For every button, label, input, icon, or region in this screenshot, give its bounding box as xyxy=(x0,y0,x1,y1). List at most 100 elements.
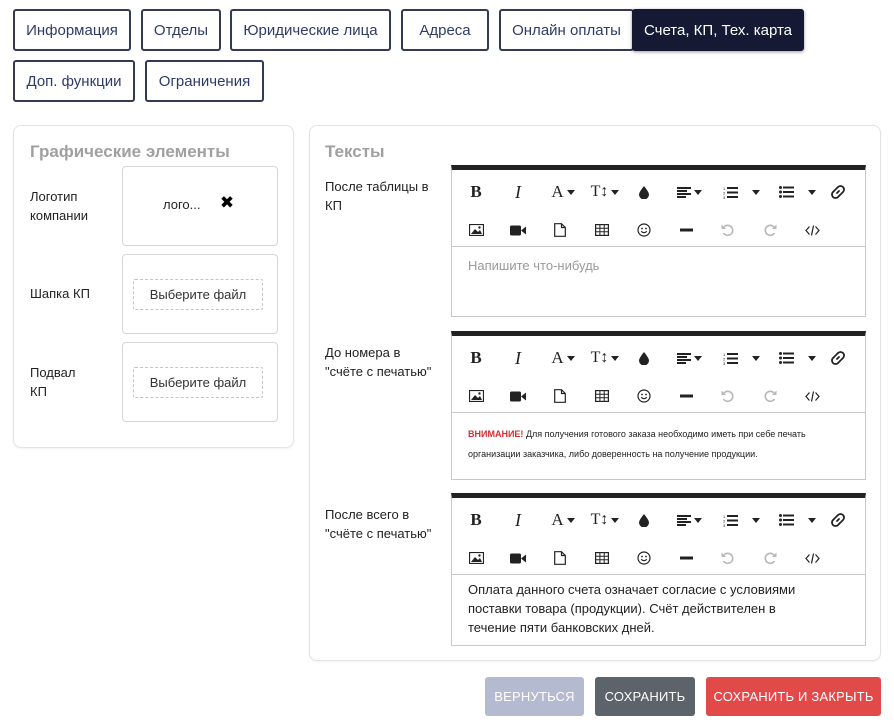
horizontal-rule-icon[interactable] xyxy=(671,216,701,244)
highlight-icon[interactable] xyxy=(629,506,659,534)
undo-icon[interactable] xyxy=(713,382,743,410)
tab-label: Адреса xyxy=(419,21,471,39)
header-label: Шапка КП xyxy=(30,286,90,301)
choose-header-file-button[interactable]: Выберите файл xyxy=(133,279,263,310)
svg-text:3: 3 xyxy=(723,195,726,199)
back-button[interactable]: ВЕРНУТЬСЯ xyxy=(485,677,584,716)
tab-invoices-active[interactable]: Счета, КП, Тех. карта xyxy=(632,9,804,51)
tab-label: Ограничения xyxy=(158,72,251,90)
unordered-list-icon[interactable] xyxy=(771,344,801,372)
code-view-icon[interactable] xyxy=(797,382,827,410)
editor-toolbar: B I A T↕ 1 2 3 xyxy=(452,336,865,413)
tab-label: Отделы xyxy=(153,21,209,39)
video-icon[interactable] xyxy=(503,382,533,410)
image-icon[interactable] xyxy=(461,382,491,410)
image-icon[interactable] xyxy=(461,544,491,572)
tab-restrictions[interactable]: Ограничения xyxy=(145,60,264,102)
chevron-down-icon[interactable] xyxy=(749,344,763,372)
editor-content-area[interactable]: ВНИМАНИЕ! Для получения готового заказа … xyxy=(452,413,865,478)
rich-text-editor-after-all: B I A T↕ 1 2 3 Оплата данного счета означает с… xyxy=(451,493,866,646)
align-icon[interactable] xyxy=(671,344,707,372)
editor-toolbar: B I A T↕ 1 2 3 xyxy=(452,498,865,575)
file-icon[interactable] xyxy=(545,382,575,410)
font-color-icon[interactable]: A xyxy=(545,178,581,206)
highlight-icon[interactable] xyxy=(629,178,659,206)
italic-icon[interactable]: I xyxy=(503,506,533,534)
image-icon[interactable] xyxy=(461,216,491,244)
ordered-list-icon[interactable]: 123 xyxy=(715,178,745,206)
tab-legal-entities[interactable]: Юридические лица xyxy=(230,9,391,51)
file-icon[interactable] xyxy=(545,216,575,244)
chevron-down-icon[interactable] xyxy=(805,506,819,534)
chevron-down-icon[interactable] xyxy=(749,178,763,206)
redo-icon[interactable] xyxy=(755,544,785,572)
choose-footer-file-button[interactable]: Выберите файл xyxy=(133,367,263,398)
font-size-icon[interactable]: T↕ xyxy=(587,506,623,534)
video-icon[interactable] xyxy=(503,216,533,244)
tab-online-payments[interactable]: Онлайн оплаты xyxy=(499,9,634,51)
save-and-close-button[interactable]: СОХРАНИТЬ И ЗАКРЫТЬ xyxy=(706,677,881,716)
undo-icon[interactable] xyxy=(713,216,743,244)
editor-content-area[interactable]: Оплата данного счета означает согласие с… xyxy=(452,575,865,645)
horizontal-rule-icon[interactable] xyxy=(671,382,701,410)
rich-text-editor-before-number: B I A T↕ 1 2 3 ВНИМАНИЕ! Для получения готовог… xyxy=(451,331,866,480)
redo-icon[interactable] xyxy=(755,216,785,244)
graphics-card: Графические элементы Логотип компании лог… xyxy=(13,125,294,448)
tab-info[interactable]: Информация xyxy=(13,9,131,51)
horizontal-rule-icon[interactable] xyxy=(671,544,701,572)
unordered-list-icon[interactable] xyxy=(771,506,801,534)
editor-toolbar: B I A T↕ 1 2 3 xyxy=(452,170,865,247)
video-icon[interactable] xyxy=(503,544,533,572)
font-size-icon[interactable]: T↕ xyxy=(587,344,623,372)
chevron-down-icon[interactable] xyxy=(805,178,819,206)
font-color-icon[interactable]: A xyxy=(545,506,581,534)
link-icon[interactable] xyxy=(823,506,853,534)
footer-upload-box: Выберите файл xyxy=(122,342,278,422)
bold-icon[interactable]: B xyxy=(461,344,491,372)
align-icon[interactable] xyxy=(671,178,707,206)
italic-icon[interactable]: I xyxy=(503,178,533,206)
editor-placeholder: Напишите что-нибудь xyxy=(468,258,600,273)
warning-strong: ВНИМАНИЕ! xyxy=(468,429,524,439)
redo-icon[interactable] xyxy=(755,382,785,410)
footer-label: Подвал КП xyxy=(30,365,76,399)
emoji-icon[interactable] xyxy=(629,216,659,244)
svg-text:3: 3 xyxy=(723,361,726,365)
logo-file-name: лого... xyxy=(163,197,201,212)
table-icon[interactable] xyxy=(587,544,617,572)
link-icon[interactable] xyxy=(823,344,853,372)
tab-label: Информация xyxy=(26,21,118,39)
table-icon[interactable] xyxy=(587,382,617,410)
ordered-list-icon[interactable]: 123 xyxy=(715,344,745,372)
tab-departments[interactable]: Отделы xyxy=(141,9,221,51)
save-button[interactable]: СОХРАНИТЬ xyxy=(595,677,695,716)
editor-content-area[interactable]: Напишите что-нибудь xyxy=(452,247,865,315)
table-icon[interactable] xyxy=(587,216,617,244)
editor-label-before-number: До номера в "счёте с печатью" xyxy=(325,345,432,379)
italic-icon[interactable]: I xyxy=(503,344,533,372)
logo-label: Логотип компании xyxy=(30,189,88,223)
align-icon[interactable] xyxy=(671,506,707,534)
chevron-down-icon[interactable] xyxy=(805,344,819,372)
font-size-icon[interactable]: T↕ xyxy=(587,178,623,206)
remove-logo-icon[interactable]: ✖ xyxy=(219,194,235,211)
bold-icon[interactable]: B xyxy=(461,506,491,534)
tab-addresses[interactable]: Адреса xyxy=(401,9,489,51)
ordered-list-icon[interactable]: 123 xyxy=(715,506,745,534)
code-view-icon[interactable] xyxy=(797,216,827,244)
link-icon[interactable] xyxy=(823,178,853,206)
undo-icon[interactable] xyxy=(713,544,743,572)
unordered-list-icon[interactable] xyxy=(771,178,801,206)
logo-upload-box: лого... ✖ xyxy=(122,166,278,246)
emoji-icon[interactable] xyxy=(629,544,659,572)
graphics-title: Графические элементы xyxy=(30,142,230,161)
bold-icon[interactable]: B xyxy=(461,178,491,206)
tab-label: Юридические лица xyxy=(243,21,378,39)
font-color-icon[interactable]: A xyxy=(545,344,581,372)
chevron-down-icon[interactable] xyxy=(749,506,763,534)
highlight-icon[interactable] xyxy=(629,344,659,372)
emoji-icon[interactable] xyxy=(629,382,659,410)
tab-extra-functions[interactable]: Доп. функции xyxy=(13,60,135,102)
file-icon[interactable] xyxy=(545,544,575,572)
code-view-icon[interactable] xyxy=(797,544,827,572)
